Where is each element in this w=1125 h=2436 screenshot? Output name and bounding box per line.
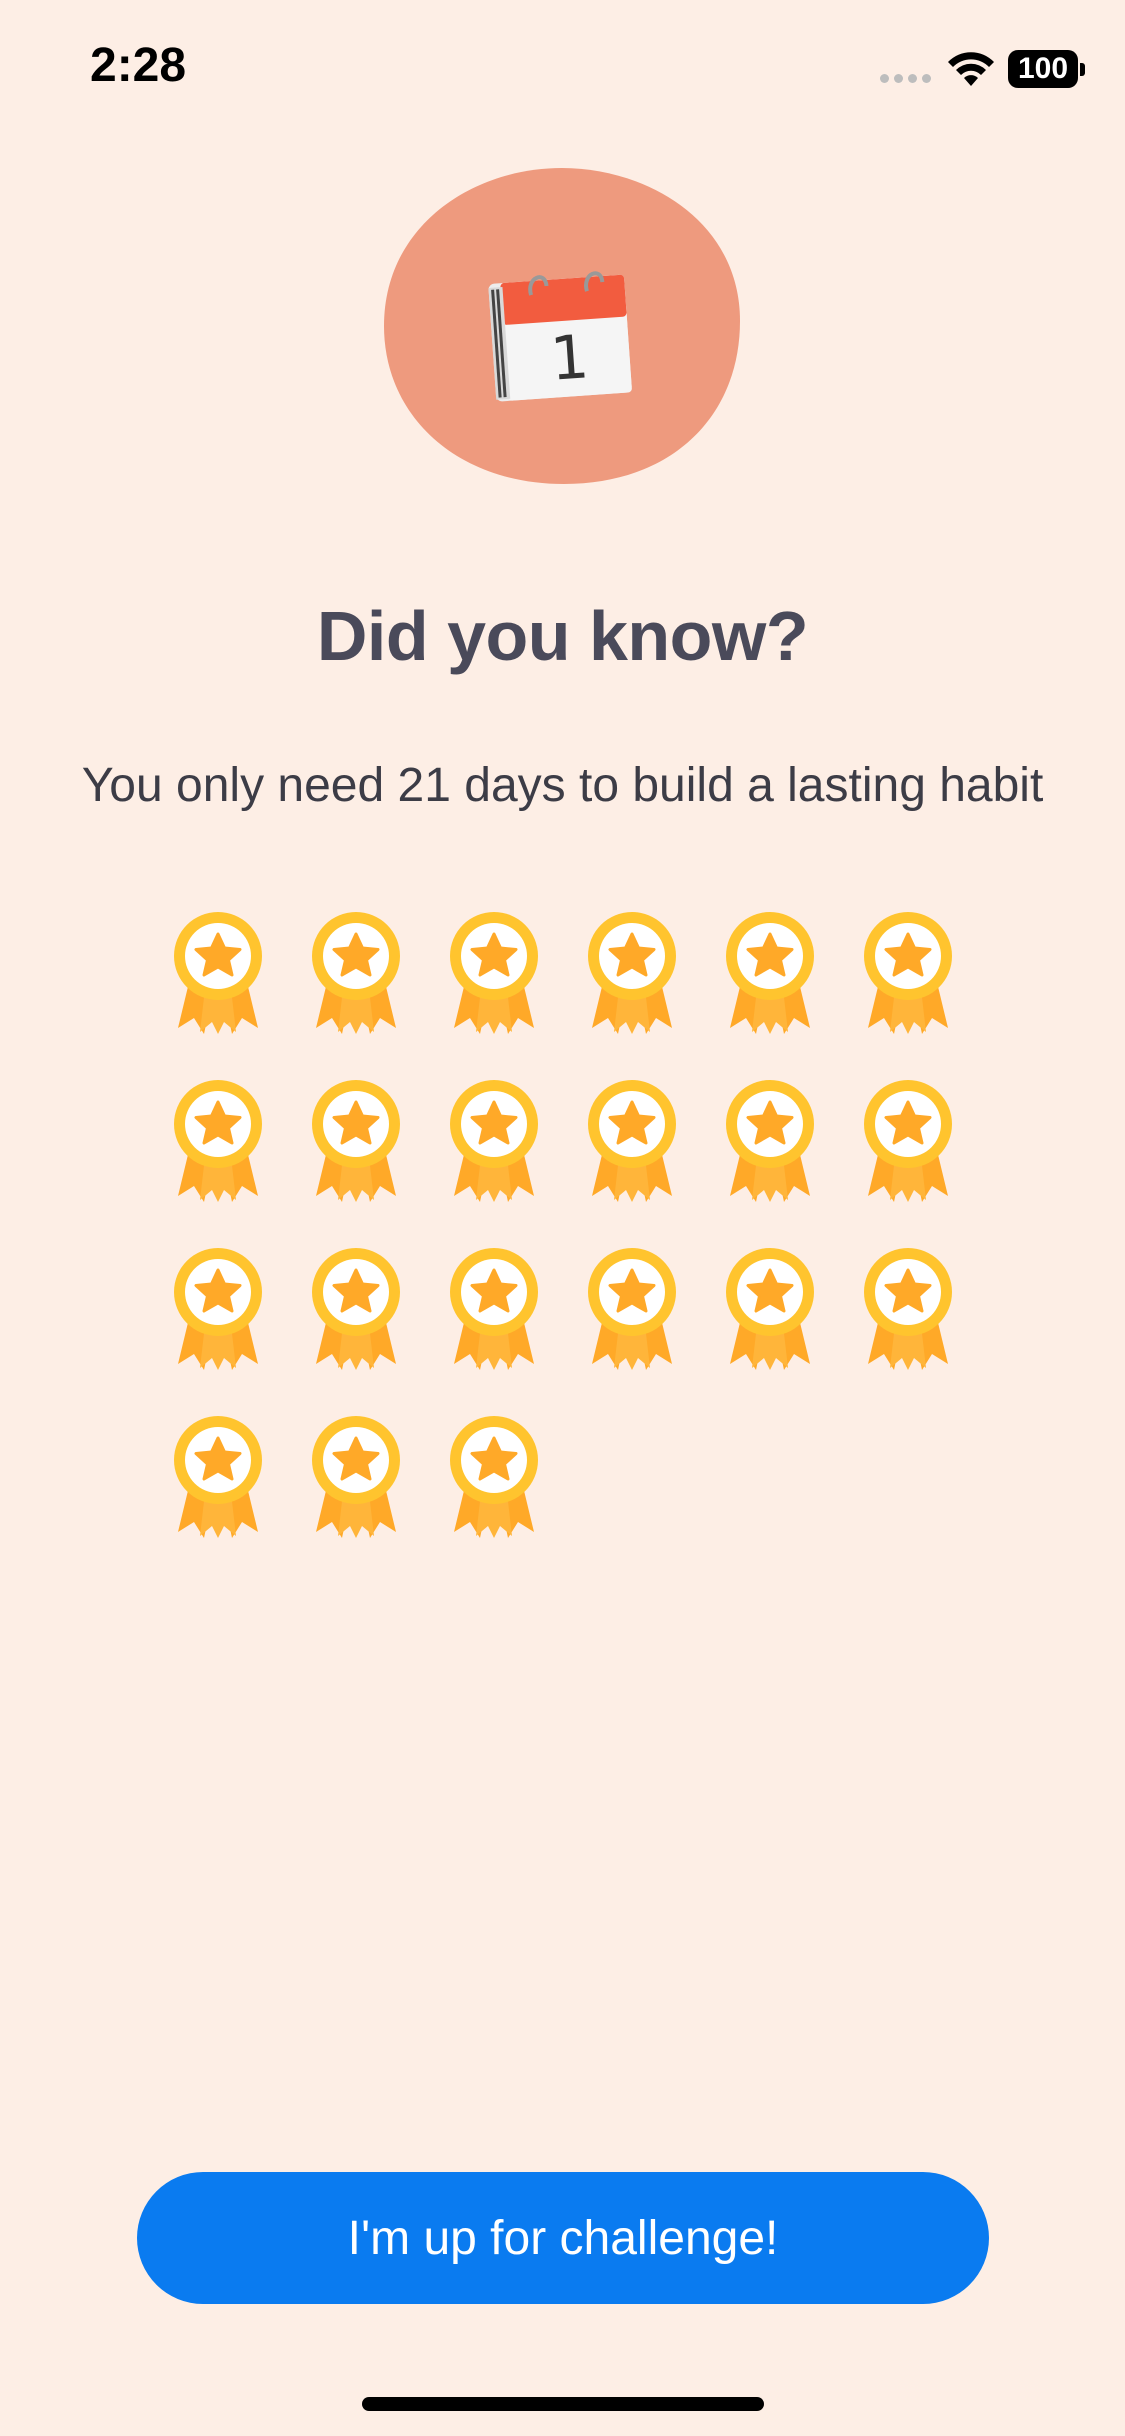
award-ribbon-icon: [174, 1248, 262, 1370]
award-ribbon-icon: [726, 912, 814, 1034]
award-ribbon-icon: [450, 1416, 538, 1538]
award-ribbon-icon: [450, 912, 538, 1034]
calendar-icon: 1: [488, 271, 632, 402]
cellular-signal-icon: [880, 74, 931, 83]
award-ribbon-icon: [588, 1080, 676, 1202]
award-ribbon-icon: [864, 912, 952, 1034]
award-ribbon-icon: [174, 1416, 262, 1538]
award-ribbon-icon: [450, 1248, 538, 1370]
award-ribbon-icon: [726, 1248, 814, 1370]
status-time: 2:28: [90, 39, 187, 92]
award-ribbon-icon: [312, 1248, 400, 1370]
award-ribbon-icon: [174, 912, 262, 1034]
award-ribbon-icon: [726, 1080, 814, 1202]
award-ribbon-icon: [174, 1080, 262, 1202]
battery-level: 100: [1017, 52, 1069, 85]
award-ribbon-icon: [312, 1080, 400, 1202]
award-ribbon-icon: [588, 1248, 676, 1370]
award-ribbon-icon: [312, 912, 400, 1034]
battery-indicator: 100: [1008, 50, 1078, 88]
hero-illustration: 1: [384, 168, 740, 484]
award-ribbon-icon: [588, 912, 676, 1034]
headline: Did you know?: [316, 597, 809, 675]
award-ribbon-icon: [312, 1416, 400, 1538]
status-bar: 2:28 100: [0, 0, 1125, 140]
battery-tip: [1080, 63, 1085, 76]
award-ribbon-icon: [450, 1080, 538, 1202]
award-ribbon-icon: [864, 1080, 952, 1202]
calendar-day: 1: [548, 322, 591, 394]
challenge-button[interactable]: I'm up for challenge!: [137, 2172, 989, 2304]
subtitle: You only need 21 days to build a lasting…: [81, 759, 1044, 812]
home-indicator: [362, 2397, 764, 2411]
wifi-icon: [948, 52, 994, 86]
challenge-button-label: I'm up for challenge!: [347, 2211, 779, 2265]
award-ribbon-icon: [864, 1248, 952, 1370]
